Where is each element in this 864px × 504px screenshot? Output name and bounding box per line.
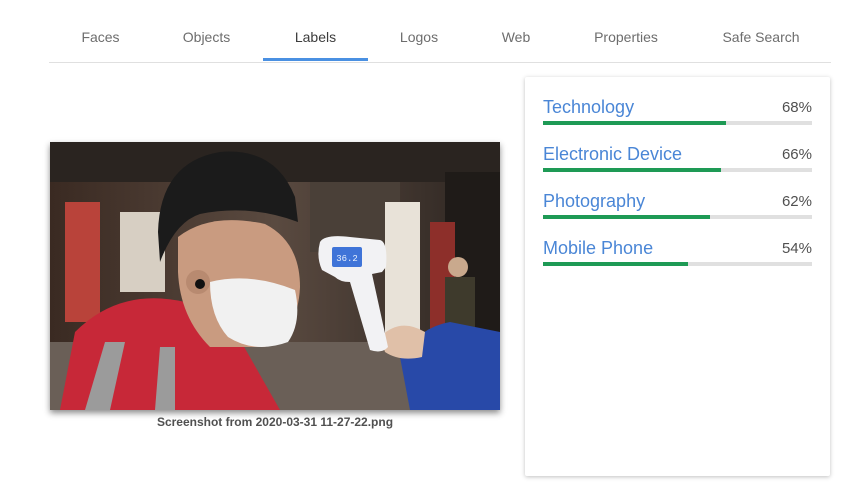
label-score: 54%	[781, 240, 812, 257]
label-score: 62%	[781, 193, 812, 210]
confidence-bar-track	[543, 262, 812, 266]
tab-objects[interactable]: Objects	[169, 0, 244, 61]
analyzed-image: 36.2	[50, 142, 500, 410]
tab-properties[interactable]: Properties	[581, 0, 671, 61]
label-item: Photography 62%	[543, 191, 812, 231]
tab-logos[interactable]: Logos	[380, 0, 458, 61]
label-name[interactable]: Technology	[543, 97, 634, 118]
confidence-bar-fill	[543, 262, 689, 266]
label-item: Electronic Device 66%	[543, 144, 812, 184]
label-item: Mobile Phone 54%	[543, 238, 812, 278]
tab-bar: Faces Objects Labels Logos Web Propertie…	[49, 0, 831, 63]
thermometer-display: 36.2	[336, 254, 358, 264]
label-score: 68%	[781, 99, 812, 116]
analyzed-photo: 36.2	[50, 142, 500, 410]
confidence-bar-fill	[543, 215, 710, 219]
tab-web[interactable]: Web	[483, 0, 549, 61]
tab-labels[interactable]: Labels	[263, 0, 368, 61]
labels-panel: Technology 68% Electronic Device 66% Pho…	[525, 77, 830, 476]
tab-faces[interactable]: Faces	[63, 0, 138, 61]
label-item: Technology 68%	[543, 97, 812, 137]
image-filename: Screenshot from 2020-03-31 11-27-22.png	[156, 415, 394, 429]
label-name[interactable]: Photography	[543, 191, 645, 212]
confidence-bar-fill	[543, 121, 726, 125]
label-name[interactable]: Mobile Phone	[543, 238, 653, 259]
confidence-bar-track	[543, 121, 812, 125]
confidence-bar-track	[543, 215, 812, 219]
label-score: 66%	[781, 146, 812, 163]
confidence-bar-track	[543, 168, 812, 172]
confidence-bar-fill	[543, 168, 721, 172]
label-name[interactable]: Electronic Device	[543, 144, 682, 165]
tab-safe-search[interactable]: Safe Search	[709, 0, 813, 61]
